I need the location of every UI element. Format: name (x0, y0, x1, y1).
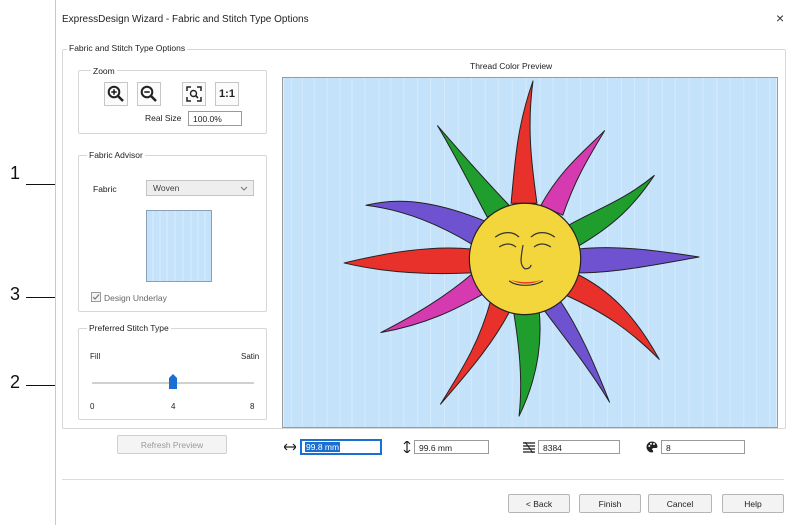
real-size-label: Real Size (145, 113, 182, 123)
zoom-label: Zoom (91, 66, 117, 76)
slider-thumb-shape (169, 374, 177, 389)
callout-1: 1 (10, 163, 21, 183)
fabric-swatch (146, 210, 212, 282)
stitch-slider[interactable] (92, 370, 254, 394)
cancel-button-label: Cancel (666, 498, 694, 509)
design-underlay-checkbox[interactable] (91, 292, 101, 302)
height-field[interactable]: 99.6 mm (414, 440, 489, 454)
finish-button[interactable]: Finish (579, 494, 641, 513)
slider-thumb[interactable] (169, 374, 177, 389)
refresh-preview-label: Refresh Preview (140, 439, 204, 450)
callout-2: 2 (10, 372, 21, 392)
checkmark-icon (92, 294, 100, 300)
color-count-field[interactable]: 8 (661, 440, 745, 454)
sun-face (468, 202, 582, 316)
finish-button-label: Finish (598, 498, 622, 509)
real-size-field[interactable]: 100.0% (188, 111, 242, 126)
fabric-select-value: Woven (153, 183, 180, 193)
help-button[interactable]: Help (722, 494, 784, 513)
stitch-type-label: Preferred Stitch Type (87, 323, 171, 333)
back-button[interactable]: < Back (508, 494, 570, 513)
stitch-count-field[interactable]: 8384 (538, 440, 620, 454)
one-to-one-label: 1:1 (219, 88, 235, 100)
zoom-fit-icon (186, 86, 202, 102)
zoom-out-button[interactable] (137, 82, 161, 106)
slider-mid-label: 4 (171, 402, 176, 411)
fill-label: Fill (90, 352, 101, 361)
fabric-advisor-label: Fabric Advisor (87, 150, 145, 160)
satin-label: Satin (241, 352, 260, 361)
slider-max-label: 8 (250, 402, 255, 411)
options-group-title: Fabric and Stitch Type Options (67, 43, 188, 53)
palette-icon (646, 441, 658, 453)
window-title: ExpressDesign Wizard - Fabric and Stitch… (62, 14, 309, 25)
cancel-button[interactable]: Cancel (648, 494, 712, 513)
refresh-preview-button[interactable]: Refresh Preview (117, 435, 227, 454)
design-underlay-label: Design Underlay (104, 293, 167, 303)
fabric-label: Fabric (93, 184, 117, 194)
help-button-label: Help (744, 498, 762, 509)
width-field-value: 99.8 mm (305, 442, 341, 452)
preview-title: Thread Color Preview (470, 61, 553, 71)
close-icon[interactable]: × (776, 10, 784, 26)
zoom-out-icon (140, 85, 157, 102)
stitch-count-icon (523, 442, 535, 453)
slider-min-label: 0 (90, 402, 95, 411)
chevron-down-icon (240, 186, 248, 191)
width-icon (284, 443, 296, 451)
width-field[interactable]: 99.8 mm (300, 439, 382, 455)
footer-divider (62, 479, 784, 480)
zoom-in-button[interactable] (104, 82, 128, 106)
zoom-in-icon (107, 85, 124, 102)
thread-color-preview (282, 77, 778, 428)
zoom-one-to-one-button[interactable]: 1:1 (215, 82, 239, 106)
back-button-label: < Back (525, 498, 553, 509)
zoom-fit-button[interactable] (182, 82, 206, 106)
callout-3: 3 (10, 284, 21, 304)
height-icon (403, 441, 411, 453)
fabric-select[interactable]: Woven (146, 180, 254, 196)
